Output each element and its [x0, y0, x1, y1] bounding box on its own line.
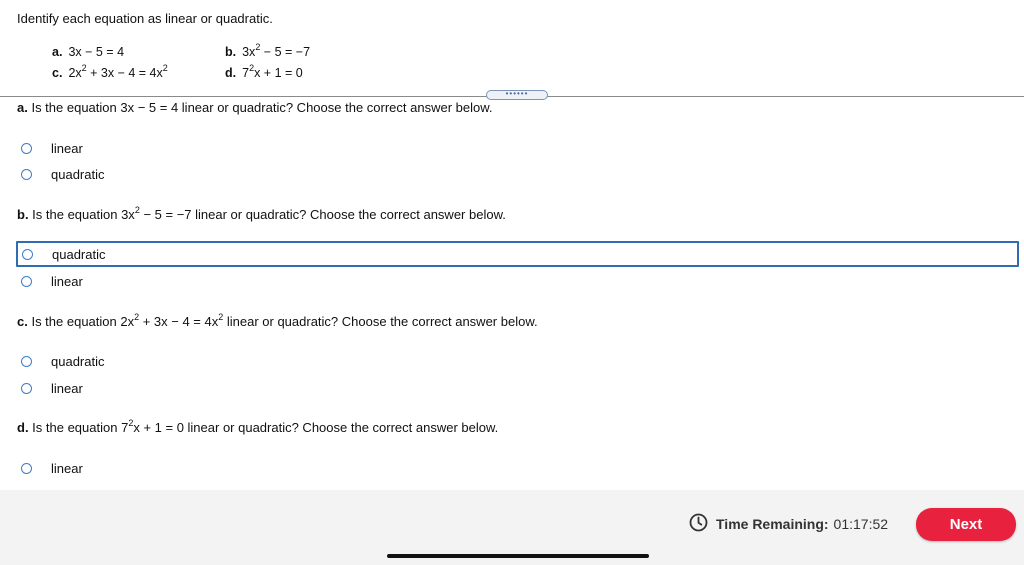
question-b-letter: b.: [17, 207, 29, 222]
question-d-text-rest: x + 1 = 0 linear or quadratic? Choose th…: [133, 420, 499, 435]
question-d-option-1[interactable]: linear: [17, 455, 1018, 481]
question-d: d. Is the equation 72x + 1 = 0 linear or…: [17, 419, 499, 436]
question-c-letter: c.: [17, 314, 28, 329]
instructions-text: Identify each equation as linear or quad…: [17, 11, 273, 26]
question-b-option-1[interactable]: quadratic: [16, 241, 1019, 267]
question-c-text-mid: + 3x − 4 = 4x: [139, 314, 219, 329]
equation-b: b. 3x2 − 5 = −7: [225, 43, 311, 60]
question-b-text: Is the equation 3x: [28, 207, 135, 222]
question-a-letter: a.: [17, 100, 28, 115]
question-d-text: Is the equation 7: [28, 420, 129, 435]
equation-c-letter: c.: [52, 66, 63, 80]
equation-c-text-mid: + 3x − 4 = 4x: [86, 66, 163, 80]
equation-d-text-rest: x + 1 = 0: [254, 66, 303, 80]
time-remaining-value: 01:17:52: [833, 516, 889, 532]
equation-c: c. 2x2 + 3x − 4 = 4x2: [52, 63, 168, 81]
question-a-option-1[interactable]: linear: [17, 135, 1018, 161]
question-c: c. Is the equation 2x2 + 3x − 4 = 4x2 li…: [17, 313, 538, 330]
option-label: quadratic: [51, 166, 105, 182]
equation-c-exponent-2: 2: [162, 63, 168, 73]
next-button[interactable]: Next: [916, 508, 1016, 541]
home-indicator[interactable]: [387, 554, 649, 558]
equation-a: a. 3x − 5 = 4: [52, 45, 124, 59]
option-label: linear: [51, 273, 83, 289]
question-b-option-2[interactable]: linear: [17, 268, 1018, 294]
equation-b-text-rest: − 5 = −7: [260, 45, 311, 59]
equation-b-text: 3x: [242, 45, 256, 59]
equation-a-letter: a.: [52, 45, 63, 59]
time-remaining-label: Time Remaining:: [716, 516, 829, 532]
question-a: a. Is the equation 3x − 5 = 4 linear or …: [17, 100, 493, 115]
option-label: quadratic: [52, 246, 106, 262]
equation-c-text: 2x: [68, 66, 82, 80]
equation-d-letter: d.: [225, 66, 237, 80]
radio-button[interactable]: [21, 275, 32, 287]
question-c-option-1[interactable]: quadratic: [17, 348, 1018, 374]
radio-button[interactable]: [21, 382, 32, 394]
option-label: linear: [51, 140, 83, 156]
radio-button[interactable]: [21, 168, 32, 180]
radio-button[interactable]: [22, 248, 33, 260]
time-remaining: Time Remaining: 01:17:52: [689, 513, 888, 535]
question-c-option-2[interactable]: linear: [17, 375, 1018, 401]
radio-button[interactable]: [21, 355, 32, 367]
radio-button[interactable]: [21, 462, 32, 474]
option-label: quadratic: [51, 353, 105, 369]
question-b-text-rest: − 5 = −7 linear or quadratic? Choose the…: [139, 207, 506, 222]
clock-icon: [689, 513, 708, 535]
option-label: linear: [51, 460, 83, 476]
equation-b-letter: b.: [225, 45, 237, 59]
question-c-text: Is the equation 2x: [27, 314, 135, 329]
equation-a-text: 3x − 5 = 4: [68, 45, 125, 59]
question-c-text-rest: linear or quadratic? Choose the correct …: [223, 314, 538, 329]
option-label: linear: [51, 380, 83, 396]
question-a-text: Is the equation 3x − 5 = 4 linear or qua…: [27, 100, 493, 115]
radio-button[interactable]: [21, 142, 32, 154]
question-a-option-2[interactable]: quadratic: [17, 161, 1018, 187]
resize-handle[interactable]: ••••••: [486, 90, 548, 100]
question-d-letter: d.: [17, 420, 29, 435]
question-b: b. Is the equation 3x2 − 5 = −7 linear o…: [17, 206, 506, 223]
equation-d: d. 72x + 1 = 0: [225, 64, 303, 81]
